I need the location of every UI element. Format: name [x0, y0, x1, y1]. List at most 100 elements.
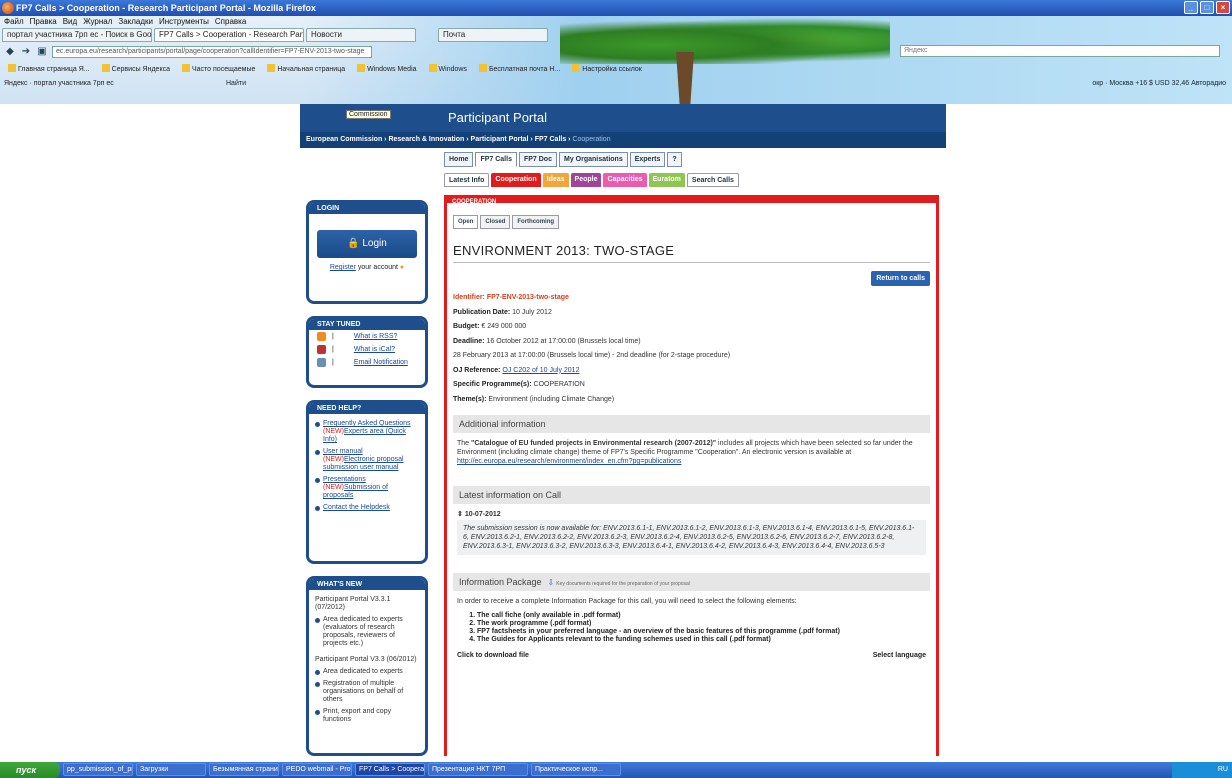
oj-row: OJ Reference: OJ C202 of 10 July 2012: [453, 364, 930, 379]
start-button[interactable]: пуск: [0, 762, 60, 778]
bookmark-item[interactable]: Главная страница Я...: [4, 62, 94, 76]
tab-fp7-calls[interactable]: FP7 Calls: [475, 152, 517, 167]
call-identifier: Identifier: FP7-ENV-2013-two-stage: [453, 294, 569, 301]
tab-home[interactable]: Home: [444, 152, 474, 167]
bookmark-item[interactable]: Часто посещаемые: [178, 62, 259, 76]
tab-my-organisations[interactable]: My Organisations: [558, 152, 628, 167]
register-link[interactable]: Register: [330, 264, 356, 271]
bookmark-item[interactable]: Настройка ссылок: [568, 62, 646, 76]
bullet-icon: [315, 478, 320, 483]
forward-icon[interactable]: ➔: [20, 46, 32, 58]
taskbar-item[interactable]: PEDO webmail - Profi...: [282, 763, 352, 776]
window-titlebar: FP7 Calls > Cooperation - Research Parti…: [0, 0, 1232, 16]
breadcrumb-path[interactable]: European Commission › Research & Innovat…: [306, 136, 572, 143]
presentations-link[interactable]: Presentations: [323, 476, 366, 483]
yandex-search[interactable]: Яндекс · портал участника 7рп ес: [4, 77, 114, 91]
taskbar-item[interactable]: pp_submission_of_pr...: [63, 763, 133, 776]
expand-icon[interactable]: ⇕: [457, 511, 465, 518]
stay-tuned-heading: STAY TUNED: [309, 319, 425, 330]
catalogue-title: "Catalogue of EU funded projects in Envi…: [471, 440, 717, 447]
back-icon[interactable]: ◆: [4, 46, 16, 58]
close-button[interactable]: ×: [1216, 1, 1230, 14]
ical-link[interactable]: What is iCal?: [354, 346, 395, 353]
maximize-button[interactable]: □: [1200, 1, 1214, 14]
url-input[interactable]: ec.europa.eu/research/participants/porta…: [52, 46, 372, 58]
browser-tabs: портал участника 7рп ес - Поиск в Goo...…: [0, 28, 548, 42]
login-label: Login: [362, 238, 387, 249]
news-text: Area dedicated to experts (evaluators of…: [323, 616, 403, 647]
bookmark-item[interactable]: Начальная страница: [263, 62, 349, 76]
new-badge: (NEW): [323, 484, 344, 491]
call-metadata: Identifier: FP7-ENV-2013-two-stage Publi…: [453, 291, 930, 407]
tab-closed[interactable]: Closed: [480, 215, 511, 229]
news-text: Print, export and copy functions: [323, 708, 392, 723]
return-to-calls-button[interactable]: Return to calls: [871, 271, 930, 286]
window-title: FP7 Calls > Cooperation - Research Parti…: [16, 3, 316, 13]
rss-link[interactable]: What is RSS?: [354, 333, 398, 340]
calendar-icon: [317, 345, 326, 354]
select-language-label[interactable]: Select language: [873, 652, 926, 659]
menu-file[interactable]: Файл: [4, 16, 24, 28]
bookmark-item[interactable]: Windows Media: [353, 62, 420, 76]
login-button[interactable]: 🔒 Login: [317, 230, 417, 258]
taskbar-item[interactable]: Практическое испр...: [531, 763, 621, 776]
budget-value: € 249 000 000: [481, 323, 527, 330]
tab-experts[interactable]: Experts: [629, 152, 666, 167]
taskbar-item-active[interactable]: FP7 Calls > Cooperati...: [355, 763, 425, 776]
subtab-search-calls[interactable]: Search Calls: [686, 173, 739, 187]
yandex-find-button[interactable]: Найти: [226, 77, 246, 91]
register-text: your account: [357, 264, 398, 271]
taskbar-item[interactable]: Презентация НКТ 7РП: [428, 763, 528, 776]
news-item: Print, export and copy functions: [315, 708, 419, 724]
menu-history[interactable]: Журнал: [83, 16, 112, 28]
deadline-value: 16 October 2012 at 17:00:00 (Brussels lo…: [486, 337, 641, 345]
subtab-people[interactable]: People: [570, 173, 602, 187]
subtab-cooperation[interactable]: Cooperation: [491, 173, 541, 187]
additional-info-heading: Additional information: [453, 415, 930, 433]
subtab-capacities[interactable]: Capacities: [603, 173, 647, 187]
bookmark-item[interactable]: Бесплатная почта H...: [475, 62, 564, 76]
bookmark-item[interactable]: Сервисы Яндекса: [98, 62, 174, 76]
tab-forthcoming[interactable]: Forthcoming: [512, 215, 560, 229]
deadline2-row: 28 February 2013 at 17:00:00 (Brussels l…: [453, 352, 731, 359]
list-item: FP7 factsheets in your preferred languag…: [477, 628, 926, 636]
email-notification-link[interactable]: Email Notification: [354, 359, 408, 366]
taskbar-item[interactable]: Безымянная страница...: [209, 763, 279, 776]
news-item: Area dedicated to experts (evaluators of…: [315, 616, 419, 648]
stay-tuned-box: STAY TUNED | What is RSS? | What is iCal? …: [306, 316, 428, 388]
helpdesk-link[interactable]: Contact the Helpdesk: [323, 504, 390, 511]
browser-tab[interactable]: Почта: [438, 28, 548, 42]
menu-help[interactable]: Справка: [215, 16, 246, 28]
bullet-icon: [315, 682, 320, 687]
minimize-button[interactable]: _: [1184, 1, 1198, 14]
subtab-ideas[interactable]: Ideas: [542, 173, 569, 187]
tab-fp7-doc[interactable]: FP7 Doc: [518, 152, 557, 167]
browser-tab-active[interactable]: FP7 Calls > Cooperation - Research Part.…: [154, 28, 304, 42]
tab-help[interactable]: ?: [667, 152, 682, 167]
subtab-euratom[interactable]: Euratom: [648, 173, 685, 187]
deadline-label: Deadline:: [453, 337, 485, 345]
subtab-latest-info[interactable]: Latest Info: [444, 173, 490, 187]
menu-tools[interactable]: Инструменты: [159, 16, 209, 28]
oj-link[interactable]: OJ C202 of 10 July 2012: [502, 367, 579, 374]
email-row: | Email Notification: [309, 356, 425, 369]
tab-open[interactable]: Open: [453, 215, 479, 229]
browser-tab[interactable]: Новости: [306, 28, 416, 42]
user-manual-link[interactable]: User manual: [323, 448, 363, 455]
new-badge: (NEW): [323, 428, 344, 435]
menu-view[interactable]: Вид: [63, 16, 77, 28]
publication-label: Publication Date:: [453, 308, 511, 316]
browser-tab[interactable]: портал участника 7рп ес - Поиск в Goo...: [2, 28, 152, 42]
menu-bookmarks[interactable]: Закладки: [118, 16, 153, 28]
faq-link[interactable]: Frequently Asked Questions: [323, 420, 411, 427]
taskbar-item[interactable]: Загрузки: [136, 763, 206, 776]
theme-label: Theme(s):: [453, 395, 487, 403]
browser-search-input[interactable]: Яндекс: [900, 45, 1220, 57]
publications-link[interactable]: http://ec.europa.eu/research/environment…: [457, 458, 681, 465]
menu-edit[interactable]: Правка: [30, 16, 57, 28]
info-package-heading: Information Package ⇩ Key documents requir…: [453, 573, 930, 591]
yandex-toolbar: Яндекс · портал участника 7рп ес Найти о…: [0, 77, 1232, 91]
bookmark-item[interactable]: Windows: [425, 62, 471, 76]
latest-date: 10-07-2012: [464, 511, 501, 518]
news-text: Area dedicated to experts: [323, 668, 403, 675]
